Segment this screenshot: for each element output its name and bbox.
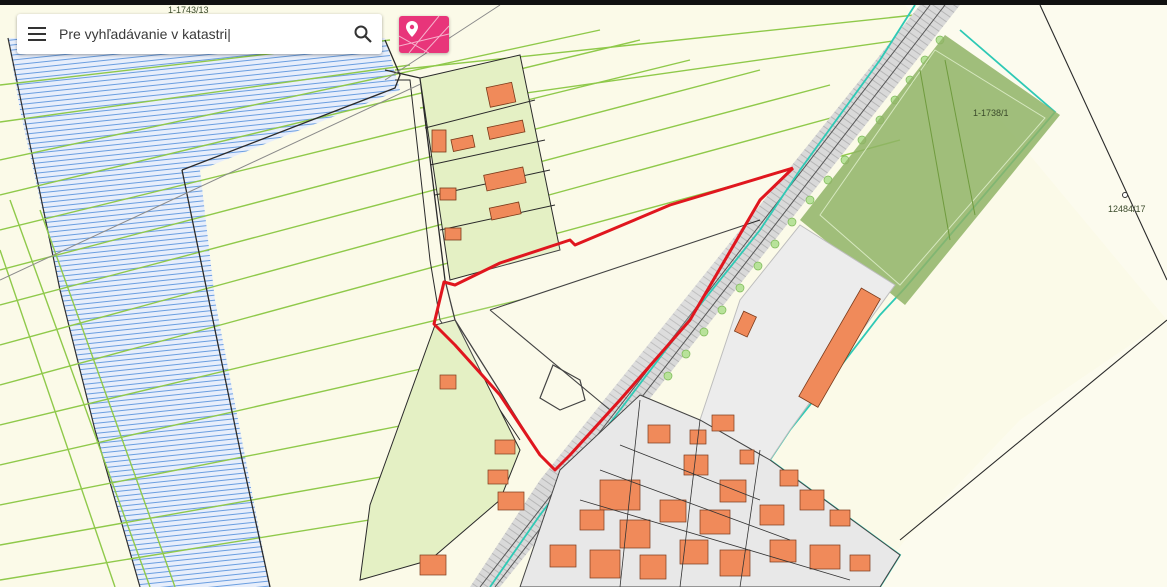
map-pin-layer-icon [399,16,449,53]
status-strip [0,0,1167,5]
search-button[interactable] [344,14,382,54]
parcel-label-right: 12484/17 [1108,204,1146,214]
parcel-label-green-field: 1-1738/1 [973,108,1009,118]
map-layer-button[interactable] [399,16,449,53]
search-icon [354,25,372,43]
cadastral-map[interactable]: 1-1743/13 1-1738/1 12484/17 [0,0,1167,587]
survey-point [1122,192,1128,198]
search-bar [17,14,382,54]
search-input[interactable] [57,16,344,52]
menu-button[interactable] [17,14,57,54]
menu-icon [28,27,46,41]
